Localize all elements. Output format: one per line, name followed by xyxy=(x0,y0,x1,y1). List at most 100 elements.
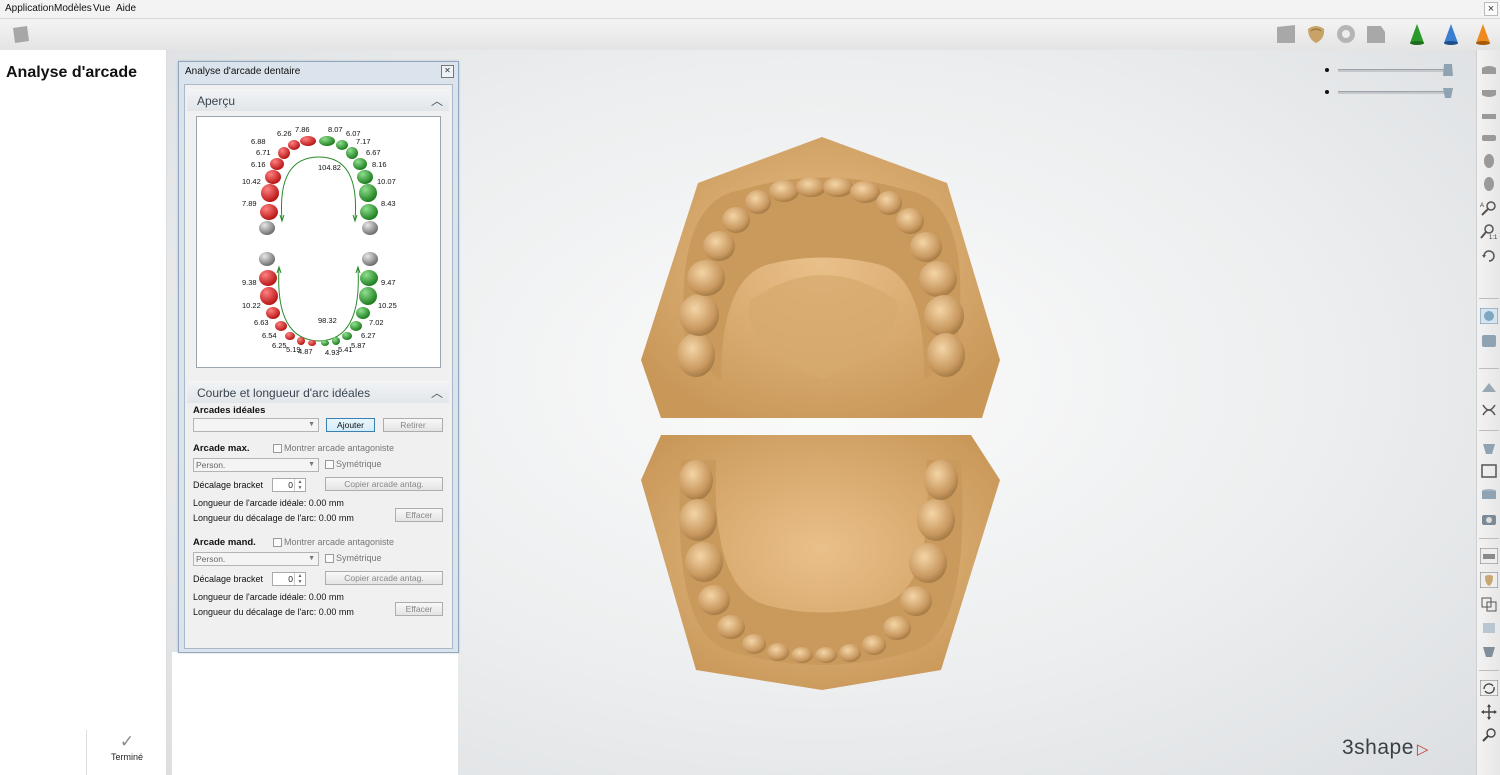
mand-show-antagonist-checkbox[interactable] xyxy=(273,538,282,547)
max-clear-button[interactable]: Effacer xyxy=(395,508,443,522)
add-button[interactable]: Ajouter xyxy=(326,418,375,432)
max-bracket-spinner[interactable]: 0 ▲ ▼ xyxy=(272,478,306,492)
lower-view-icon[interactable] xyxy=(1480,85,1498,101)
measure-label: 7.17 xyxy=(356,137,371,146)
zoom-fit-icon[interactable]: A xyxy=(1480,200,1498,216)
left-view-icon[interactable] xyxy=(1480,153,1498,169)
arch-preview: 7.86 6.26 6.88 6.71 6.16 10.42 7.89 8.07… xyxy=(196,116,441,368)
max-show-antagonist-label: Montrer arcade antagoniste xyxy=(284,443,395,453)
menu-aide[interactable]: Aide xyxy=(116,3,136,14)
mand-copy-button[interactable]: Copier arcade antag. xyxy=(325,571,443,585)
check-icon: ✓ xyxy=(119,732,135,751)
measure-label: 9.38 xyxy=(242,278,257,287)
measure-label: 6.16 xyxy=(251,160,266,169)
brand-logo: 3shape ▷ xyxy=(1342,736,1429,759)
zoom-1-1-icon[interactable]: 1:1 xyxy=(1480,224,1498,240)
box-frame-icon[interactable] xyxy=(1480,463,1498,479)
menu-application[interactable]: Application xyxy=(5,3,54,14)
pan-icon[interactable] xyxy=(1480,704,1498,720)
right-view-icon[interactable] xyxy=(1480,176,1498,192)
spinner-arrows-icon[interactable]: ▲ ▼ xyxy=(294,479,305,491)
texture-icon[interactable] xyxy=(1480,333,1498,349)
orange-cone-icon[interactable] xyxy=(1472,23,1494,45)
svg-text:1:1: 1:1 xyxy=(1489,235,1498,240)
measure-label: 6.26 xyxy=(277,129,292,138)
disc-icon[interactable] xyxy=(1335,23,1357,45)
menu-modeles[interactable]: Modèles xyxy=(54,3,92,14)
mand-bracket-label: Décalage bracket xyxy=(193,574,264,584)
front-view-icon[interactable] xyxy=(1480,130,1498,146)
max-symmetric-checkbox[interactable] xyxy=(325,460,334,469)
remove-button[interactable]: Retirer xyxy=(383,418,443,432)
upper-opacity-slider[interactable] xyxy=(1338,69,1448,72)
zoom-icon[interactable] xyxy=(1480,727,1498,743)
model-icon[interactable] xyxy=(10,23,32,45)
done-button[interactable]: ✓ Terminé xyxy=(86,730,167,775)
cube-icon[interactable] xyxy=(1480,440,1498,456)
measure-label: 6.63 xyxy=(254,318,269,327)
cylinder-icon[interactable] xyxy=(1480,487,1498,503)
measure-label: 4.93 xyxy=(325,348,340,357)
menu-vue[interactable]: Vue xyxy=(93,3,110,14)
transparent-icon[interactable] xyxy=(1480,620,1498,636)
solid-model-icon[interactable] xyxy=(1480,308,1498,324)
mand-symmetric-checkbox[interactable] xyxy=(325,554,334,563)
spinner-arrows-icon[interactable]: ▲ ▼ xyxy=(294,573,305,585)
overlap-icon[interactable] xyxy=(1480,596,1498,612)
lower-arch-length: 98.32 xyxy=(318,316,337,325)
measure-label: 10.07 xyxy=(377,177,396,186)
max-type-select[interactable]: Person. ▼ xyxy=(193,458,319,472)
lower-model-icon[interactable] xyxy=(1441,84,1455,100)
lower-jaw-model[interactable] xyxy=(641,435,1000,690)
rotate-icon[interactable] xyxy=(1480,248,1498,264)
arch-analysis-dialog: Analyse d'arcade dentaire ✕ Aperçu ︿ 7.8… xyxy=(178,61,459,653)
close-app-icon[interactable]: × xyxy=(1484,2,1498,16)
shape-icon[interactable] xyxy=(1480,643,1498,659)
done-label: Terminé xyxy=(110,752,143,762)
max-copy-button[interactable]: Copier arcade antag. xyxy=(325,477,443,491)
green-cone-icon[interactable] xyxy=(1406,23,1428,45)
max-symmetric-label: Symétrique xyxy=(336,459,382,469)
panel-blank-area xyxy=(172,652,458,775)
layer-icon[interactable] xyxy=(1480,548,1498,564)
chevron-up-icon[interactable]: ︿ xyxy=(431,384,443,401)
lower-arch-curve xyxy=(278,267,359,342)
rotate-view-icon[interactable] xyxy=(1480,680,1498,696)
ideal-arch-select[interactable]: ▼ xyxy=(193,418,319,432)
preview-section-header[interactable]: Aperçu ︿ xyxy=(187,89,449,111)
ideal-section-header[interactable]: Courbe et longueur d'arc idéales ︿ xyxy=(187,381,449,403)
mand-offset-length: Longueur du décalage de l'arc: 0.00 mm xyxy=(193,607,354,617)
measure-label: 6.67 xyxy=(366,148,381,157)
mand-ideal-length: Longueur de l'arcade idéale: 0.00 mm xyxy=(193,592,344,602)
max-show-antagonist-checkbox[interactable] xyxy=(273,444,282,453)
measure-label: 6.88 xyxy=(251,137,266,146)
measure-label: 6.27 xyxy=(361,331,376,340)
upper-view-icon[interactable] xyxy=(1480,62,1498,78)
upper-model-icon[interactable] xyxy=(1441,62,1455,78)
mand-bracket-spinner[interactable]: 0 ▲ ▼ xyxy=(272,572,306,586)
mand-type-select[interactable]: Person. ▼ xyxy=(193,552,319,566)
top-toolbar xyxy=(0,19,1500,51)
chevron-up-icon[interactable]: ︿ xyxy=(431,92,443,109)
dialog-close-icon[interactable]: ✕ xyxy=(441,65,454,78)
lower-opacity-slider[interactable] xyxy=(1338,91,1448,94)
measure-label: 8.07 xyxy=(328,125,343,134)
dropdown-arrow-icon: ▼ xyxy=(308,461,315,468)
tooth-view-icon[interactable] xyxy=(1480,572,1498,588)
right-toolbar: A 1:1 xyxy=(1476,50,1500,775)
mand-clear-button[interactable]: Effacer xyxy=(395,602,443,616)
mand-show-antagonist-label: Montrer arcade antagoniste xyxy=(284,537,395,547)
measure-label: 5.41 xyxy=(338,345,353,354)
clip-icon[interactable] xyxy=(1480,380,1498,396)
blue-cone-icon[interactable] xyxy=(1440,23,1462,45)
slider-upper-dot xyxy=(1325,68,1329,72)
jaw-icon[interactable] xyxy=(1305,23,1327,45)
base-icon[interactable] xyxy=(1365,23,1387,45)
left-panel: Analyse d'arcade ✓ Terminé xyxy=(0,50,167,775)
curve-icon[interactable] xyxy=(1480,402,1498,418)
camera-icon[interactable] xyxy=(1480,511,1498,527)
mold-icon[interactable] xyxy=(1275,23,1297,45)
upper-jaw-model[interactable] xyxy=(641,137,1000,418)
svg-text:A: A xyxy=(1480,203,1484,209)
side-view-icon[interactable] xyxy=(1480,108,1498,124)
